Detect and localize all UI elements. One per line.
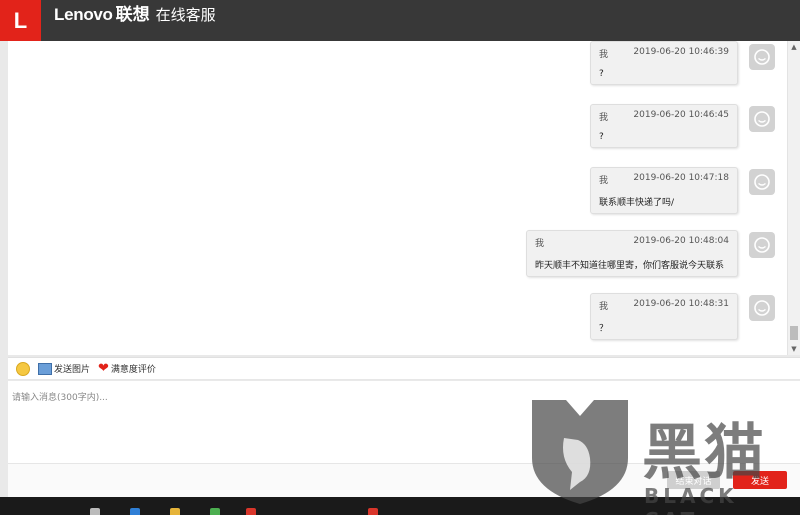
scroll-up-arrow-icon[interactable]: ▲	[788, 41, 800, 53]
avatar	[749, 106, 775, 132]
chat-avatar-icon	[754, 174, 770, 190]
image-icon	[38, 362, 52, 375]
chat-avatar-icon	[754, 237, 770, 253]
os-taskbar	[0, 497, 800, 515]
chat-avatar-icon	[754, 49, 770, 65]
message-text: ?	[599, 132, 604, 142]
message-sender: 我	[599, 176, 609, 186]
avatar	[749, 232, 775, 258]
message-input[interactable]	[8, 381, 800, 463]
app-header: L Lenovo 联想 在线客服	[0, 0, 800, 41]
taskbar-app-icon[interactable]	[246, 508, 256, 515]
message-sender: 我	[599, 113, 609, 123]
emoji-button[interactable]	[16, 361, 30, 376]
send-image-button[interactable]: 发送图片	[38, 362, 90, 375]
message-bubble: 我 2019-06-20 10:47:18 联系顺丰快递了吗/	[590, 167, 738, 214]
chat-history[interactable]: 我 2019-06-20 10:46:39 ? 我 2019-06-20 10:46…	[8, 41, 800, 355]
heart-icon: ❤	[98, 360, 109, 376]
message-time: 2019-06-20 10:48:31	[633, 299, 729, 309]
message-sender: 我	[599, 50, 609, 60]
message-sender: 我	[599, 302, 609, 312]
message-time: 2019-06-20 10:47:18	[633, 173, 729, 183]
message-input-area	[8, 381, 800, 463]
brand-en: Lenovo	[54, 5, 113, 24]
message-text: ？	[599, 324, 609, 334]
scroll-down-arrow-icon[interactable]: ▼	[788, 343, 800, 355]
taskbar-app-icon[interactable]	[210, 508, 220, 515]
taskbar-app-icon[interactable]	[170, 508, 180, 515]
message-bubble: 我 2019-06-20 10:48:04 昨天顺丰不知道往哪里寄，你们客服说今天…	[526, 230, 738, 277]
message-time: 2019-06-20 10:46:45	[633, 110, 729, 120]
avatar	[749, 169, 775, 195]
message-time: 2019-06-20 10:46:39	[633, 47, 729, 57]
taskbar-app-icon[interactable]	[90, 508, 100, 515]
taskbar-app-icon[interactable]	[368, 508, 378, 515]
message-bubble: 我 2019-06-20 10:46:39 ?	[590, 41, 738, 85]
service-title: 在线客服	[155, 7, 216, 24]
rating-label: 满意度评价	[110, 365, 156, 375]
message-sender: 我	[535, 239, 545, 249]
scroll-thumb[interactable]	[790, 326, 798, 340]
message-text: 昨天顺丰不知道往哪里寄，你们客服说今天联系	[535, 261, 725, 271]
chat-scrollbar[interactable]: ▲ ▼	[787, 41, 800, 355]
message-bubble: 我 2019-06-20 10:46:45 ?	[590, 104, 738, 148]
chat-avatar-icon	[754, 300, 770, 316]
avatar	[749, 44, 775, 70]
send-image-label: 发送图片	[54, 365, 91, 375]
message-text: ?	[599, 69, 604, 79]
brand-cn: 联想	[115, 5, 150, 24]
end-chat-button[interactable]: 结束对话	[667, 471, 720, 489]
message-time: 2019-06-20 10:48:04	[633, 236, 729, 246]
chat-avatar-icon	[754, 111, 770, 127]
message-text: 联系顺丰快递了吗/	[599, 198, 675, 208]
message-bubble: 我 2019-06-20 10:48:31 ？	[590, 293, 738, 340]
rating-button[interactable]: ❤ 满意度评价	[98, 360, 156, 376]
action-bar: 结束对话 发送	[8, 463, 800, 497]
avatar	[749, 295, 775, 321]
taskbar-app-icon[interactable]	[130, 508, 140, 515]
lenovo-logo: L	[0, 0, 41, 41]
input-toolbar: 发送图片 ❤ 满意度评价	[8, 357, 800, 380]
emoji-icon	[16, 361, 30, 376]
brand-title: Lenovo 联想 在线客服	[54, 0, 216, 41]
send-button[interactable]: 发送	[733, 471, 787, 489]
